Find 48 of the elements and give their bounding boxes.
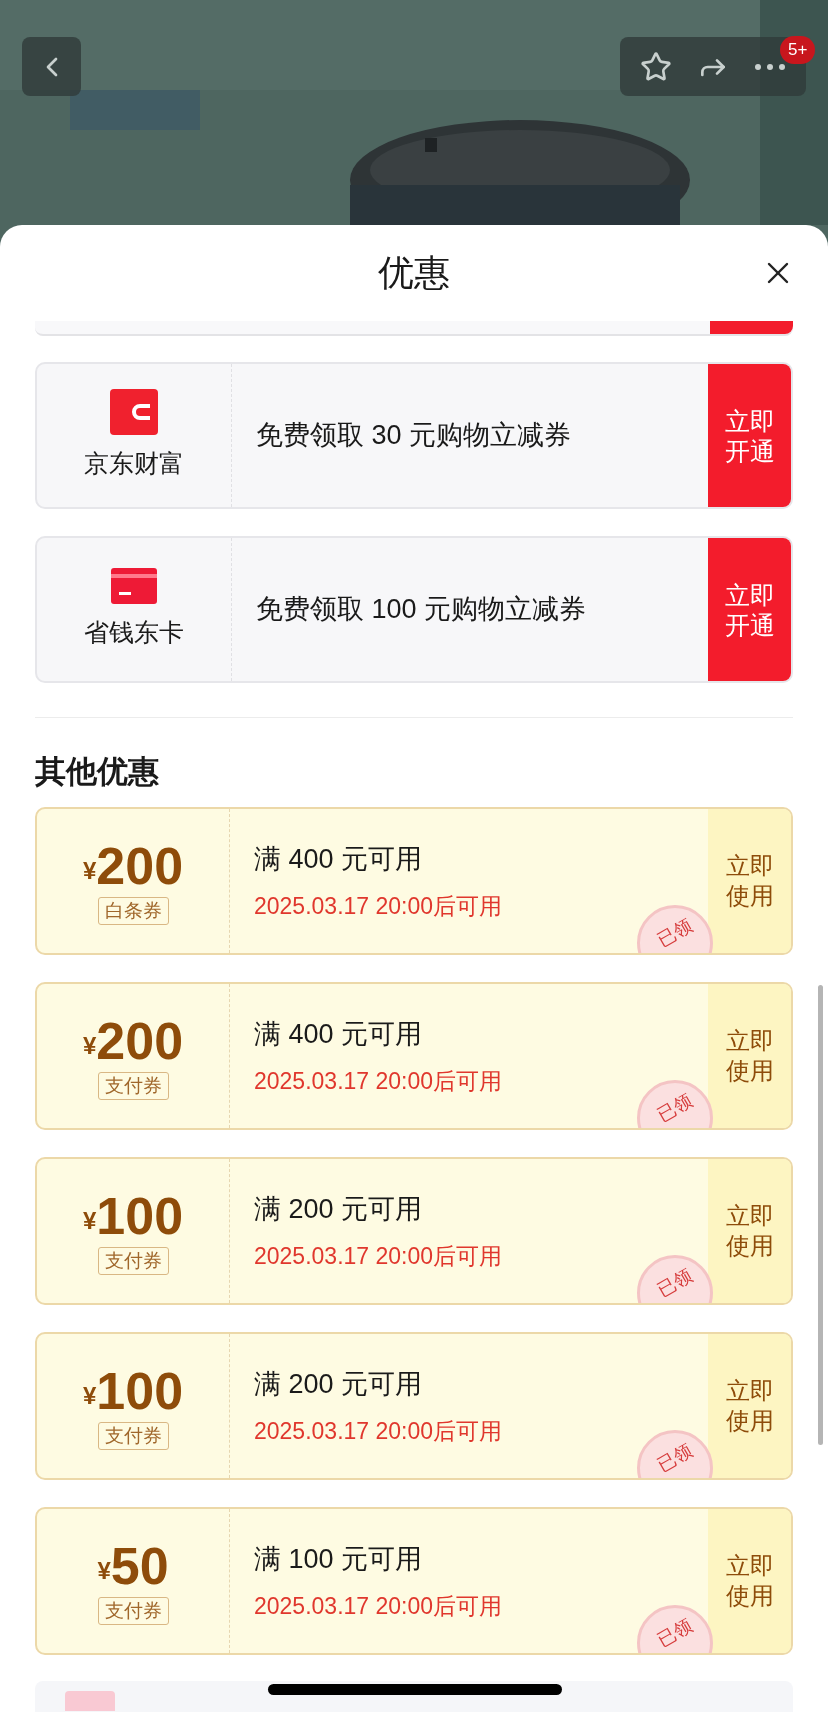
coupon-condition: 满 400 元可用 xyxy=(254,1017,423,1051)
offer-text: 免费领取 30 元购物立减券 xyxy=(256,419,572,453)
coupon-amount: 200 xyxy=(96,1012,184,1070)
coupon-condition: 满 200 元可用 xyxy=(254,1367,423,1401)
use-button[interactable]: 立即使用 xyxy=(708,1334,791,1478)
coupon-condition: 满 100 元可用 xyxy=(254,1542,423,1576)
currency-sign: ¥ xyxy=(82,857,97,884)
coupon-amount: 100 xyxy=(96,1362,184,1420)
coupon-type-tag: 白条券 xyxy=(97,897,169,925)
stamp-text: 已领 xyxy=(653,914,697,952)
card-icon xyxy=(111,567,157,604)
coupon-amount: 200 xyxy=(96,837,184,895)
valid-from-text: 2025.03.17 20:00后可用 xyxy=(254,892,503,921)
stamp-text: 已领 xyxy=(653,1439,697,1477)
coupon-amount: 50 xyxy=(110,1537,169,1595)
coupon-condition: 满 400 元可用 xyxy=(254,842,423,876)
coupon-type-tag: 支付券 xyxy=(97,1072,169,1100)
back-button[interactable] xyxy=(22,37,81,96)
currency-sign: ¥ xyxy=(82,1032,97,1059)
brand-name: 省钱东卡 xyxy=(84,616,184,648)
stamp-text: 已领 xyxy=(653,1264,697,1302)
offer-text: 免费领取 100 元购物立减券 xyxy=(256,593,587,627)
open-button[interactable]: 立即开通 xyxy=(708,364,791,507)
brand-name: 京东财富 xyxy=(84,447,184,479)
stamp-text: 已领 xyxy=(653,1614,697,1652)
coupon-type-tag: 支付券 xyxy=(97,1247,169,1275)
currency-sign: ¥ xyxy=(82,1207,97,1234)
open-button[interactable]: 立即开通 xyxy=(708,538,791,681)
use-button[interactable]: 立即使用 xyxy=(708,1509,791,1653)
wallet-icon xyxy=(110,388,158,435)
coupon-condition: 满 200 元可用 xyxy=(254,1192,423,1226)
stamp-text: 已领 xyxy=(653,1089,697,1127)
currency-sign: ¥ xyxy=(97,1557,111,1584)
use-button[interactable]: 立即使用 xyxy=(708,1159,791,1303)
more-icon[interactable] xyxy=(753,62,786,71)
sheet-title: 优惠 xyxy=(378,251,450,295)
use-button[interactable]: 立即使用 xyxy=(708,809,791,953)
valid-from-text: 2025.03.17 20:00后可用 xyxy=(254,1242,503,1271)
coupon-type-tag: 支付券 xyxy=(97,1597,169,1625)
currency-sign: ¥ xyxy=(82,1382,97,1409)
coupon-amount: 100 xyxy=(96,1187,184,1245)
valid-from-text: 2025.03.17 20:00后可用 xyxy=(254,1067,503,1096)
valid-from-text: 2025.03.17 20:00后可用 xyxy=(254,1417,503,1446)
use-button[interactable]: 立即使用 xyxy=(708,984,791,1128)
star-icon[interactable] xyxy=(640,50,673,83)
valid-from-text: 2025.03.17 20:00后可用 xyxy=(254,1592,503,1621)
coupon-type-tag: 支付券 xyxy=(97,1422,169,1450)
section-title: 其他优惠 xyxy=(35,752,159,791)
